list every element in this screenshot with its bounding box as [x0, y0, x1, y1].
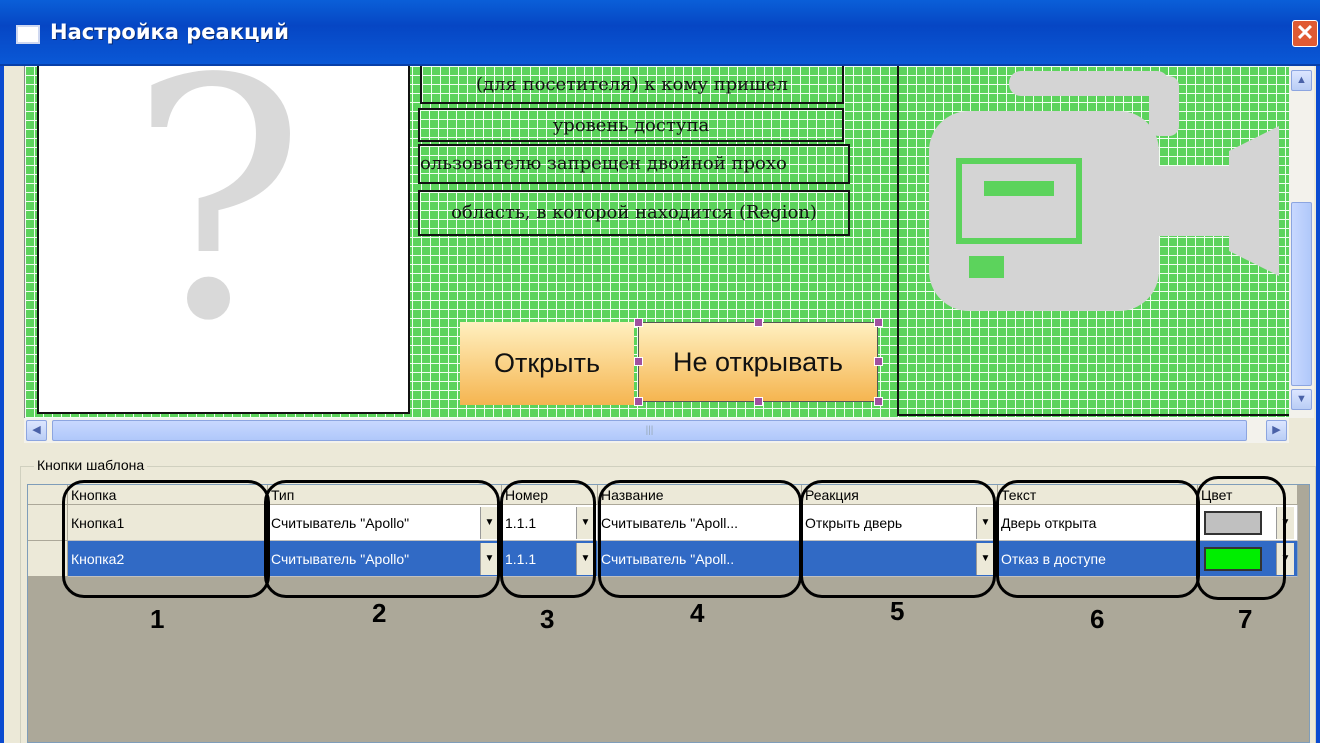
window-frame-right — [1316, 66, 1320, 743]
vertical-scroll-thumb[interactable] — [1291, 202, 1312, 386]
grid-cell-name[interactable]: Считыватель "Apoll.. — [598, 541, 802, 577]
grid-cell-button[interactable]: Кнопка1 — [68, 505, 268, 541]
column-header[interactable]: Текст — [998, 485, 1198, 505]
grid-corner — [28, 485, 68, 505]
resize-handle[interactable] — [634, 318, 643, 327]
grid-cell-type[interactable]: Считыватель "Apollo" — [268, 505, 502, 541]
horizontal-scroll-thumb[interactable]: ||| — [52, 420, 1247, 441]
grid-cell-reaction[interactable] — [802, 541, 998, 577]
no-open-button[interactable]: Не открывать — [638, 322, 878, 402]
dropdown-arrow-icon[interactable]: ▼ — [1276, 543, 1294, 575]
video-camera-icon — [929, 71, 1279, 311]
column-header[interactable]: Номер — [502, 485, 598, 505]
row-header[interactable] — [28, 505, 68, 541]
open-button[interactable]: Открыть — [460, 322, 634, 405]
text-field-double-pass[interactable]: ользователю запрещен двойной прохо — [418, 144, 850, 184]
color-swatch[interactable] — [1204, 511, 1262, 535]
text-field-region[interactable]: область, в которой находится (Region) — [418, 190, 850, 236]
dropdown-arrow-icon[interactable]: ▼ — [480, 507, 498, 539]
text-field-access-level[interactable]: уровень доступа — [418, 108, 844, 142]
dropdown-arrow-icon[interactable]: ▼ — [576, 507, 594, 539]
column-header[interactable]: Цвет — [1198, 485, 1298, 505]
grid-cell-name[interactable]: Считыватель "Apoll... — [598, 505, 802, 541]
text-field-visitor[interactable]: (для посетителя) к кому пришел — [420, 66, 844, 104]
callout-number: 1 — [150, 604, 165, 634]
grid-cell-type[interactable]: Считыватель "Apollo" — [268, 541, 502, 577]
scroll-up-icon[interactable]: ▲ — [1291, 70, 1312, 91]
column-header[interactable]: Реакция — [802, 485, 998, 505]
grid-cell-text[interactable]: Дверь открыта — [998, 505, 1198, 541]
callout-number: 6 — [1090, 604, 1105, 634]
resize-handle[interactable] — [634, 397, 643, 406]
grid-cell-reaction[interactable]: Открыть дверь — [802, 505, 998, 541]
callout-number: 4 — [690, 598, 705, 628]
resize-handle[interactable] — [874, 318, 883, 327]
window-icon — [16, 25, 40, 44]
column-header[interactable]: Название — [598, 485, 802, 505]
resize-handle[interactable] — [634, 357, 643, 366]
grid-cell-button[interactable]: Кнопка2 — [68, 541, 268, 577]
callout-number: 3 — [540, 604, 555, 634]
question-mark-icon: ? — [129, 66, 306, 393]
close-button[interactable]: ✕ — [1292, 20, 1318, 47]
callout-number: 5 — [890, 596, 905, 626]
scroll-right-icon[interactable]: ▶ — [1266, 420, 1287, 441]
buttons-grid[interactable]: Кнопка Тип Номер Название Реакция Текст … — [27, 484, 1310, 743]
title-bar: Настройка реакций ✕ — [0, 0, 1320, 66]
camera-view[interactable] — [897, 66, 1289, 416]
dropdown-arrow-icon[interactable]: ▼ — [976, 543, 994, 575]
resize-handle[interactable] — [874, 397, 883, 406]
horizontal-scrollbar[interactable]: ◀ ||| ▶ — [24, 418, 1289, 443]
callout-number: 7 — [1238, 604, 1253, 634]
vertical-scrollbar[interactable]: ▲ ▼ — [1289, 66, 1314, 418]
scroll-down-icon[interactable]: ▼ — [1291, 389, 1312, 410]
template-canvas[interactable]: ? (для посетителя) к кому пришел уровень… — [24, 66, 1289, 418]
column-header[interactable]: Тип — [268, 485, 502, 505]
color-swatch[interactable] — [1204, 547, 1262, 571]
grid-cell-text[interactable]: Отказ в доступе — [998, 541, 1198, 577]
resize-handle[interactable] — [874, 357, 883, 366]
column-header[interactable]: Кнопка — [68, 485, 268, 505]
photo-placeholder[interactable]: ? — [37, 66, 410, 414]
resize-handle[interactable] — [754, 318, 763, 327]
dropdown-arrow-icon[interactable]: ▼ — [1276, 507, 1294, 539]
window-title: Настройка реакций — [50, 20, 289, 44]
dropdown-arrow-icon[interactable]: ▼ — [576, 543, 594, 575]
row-header[interactable] — [28, 541, 68, 577]
dropdown-arrow-icon[interactable]: ▼ — [976, 507, 994, 539]
group-label: Кнопки шаблона — [34, 457, 148, 473]
dropdown-arrow-icon[interactable]: ▼ — [480, 543, 498, 575]
callout-number: 2 — [372, 598, 387, 628]
window-frame-left — [0, 66, 4, 743]
scroll-left-icon[interactable]: ◀ — [26, 420, 47, 441]
resize-handle[interactable] — [754, 397, 763, 406]
